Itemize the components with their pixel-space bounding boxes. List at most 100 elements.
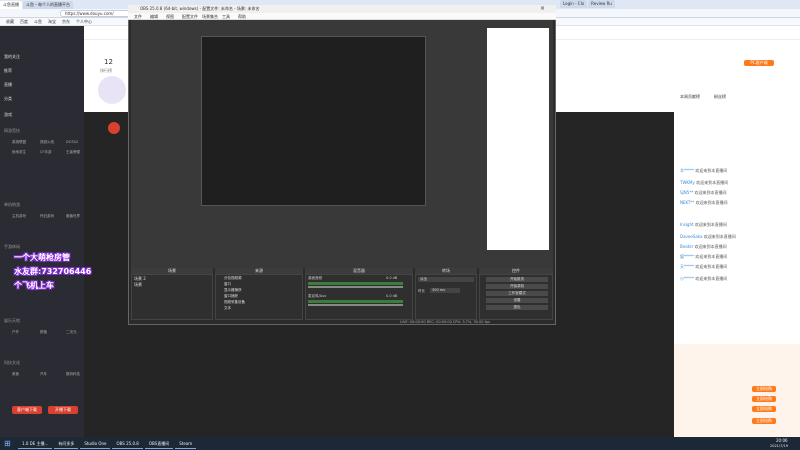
bookmark-item[interactable]: 斗鱼 [34,19,42,25]
chat-user[interactable]: 天***** [680,264,694,269]
chat-line: Beater 欢迎来到本直播间 [680,244,727,250]
fans-tab[interactable]: 本周贡献榜 [680,94,700,100]
fans-tab[interactable]: 粉丝榜 [714,94,726,100]
chat-user[interactable]: 狐***** [680,254,694,259]
sidebar-item-category[interactable]: 分类 [4,96,12,102]
taskbar-app[interactable]: OBS直播间 [144,438,174,449]
sidebar-grid-item[interactable]: 怀旧游戏 [40,214,54,219]
chat-user[interactable]: TWKMy [680,180,695,185]
sidebar-grid-item[interactable]: 英雄联盟 [12,140,26,145]
source-item[interactable]: 视频采集设备 [224,300,245,305]
bookmark-item[interactable]: 百度 [20,19,28,25]
sidebar-section-title: 娱乐天地 [4,318,20,323]
sidebar-item-recommend[interactable]: 推荐 [4,68,12,74]
mixer-track-value: 0.0 dB [386,276,398,280]
studio-mode-button[interactable]: 工作室模式 [486,291,548,296]
avatar [98,76,126,104]
sidebar-item-game[interactable]: 游戏 [4,112,12,118]
chat-text: 欢迎来到本直播间 [695,276,728,281]
exit-button[interactable]: 退出 [486,305,548,310]
start-recording-button[interactable]: 开始录制 [486,284,548,289]
chat-text: 欢迎来到本直播间 [694,190,727,195]
chat-user[interactable]: 羊***** [680,168,694,173]
chat-user[interactable]: Beater [680,244,693,249]
streamer-avatar-icon [108,122,120,134]
sidebar-grid-item[interactable]: 绝地求生 [12,150,26,155]
duration-input[interactable]: 300 ms [430,288,460,293]
sidebar-grid-item[interactable]: 主机游戏 [12,214,26,219]
chat-line: DaveeSaka 欢迎来到本直播间 [680,234,736,240]
sidebar-grid-item[interactable]: 美食 [12,372,19,377]
source-item[interactable]: 分包视频源 [224,276,242,281]
nested-preview [201,36,426,206]
sidebar-grid-item[interactable]: 魔兽世界 [66,214,80,219]
source-item[interactable]: 显示器捕获 [224,288,242,293]
live-download-button[interactable]: 开播下载 [48,406,78,414]
chat-line: 天***** 欢迎来到本直播间 [680,264,727,270]
taskbar-app[interactable]: 1.0 DE 主播... [18,438,53,449]
buy-button[interactable]: 立即抢购 [752,396,776,402]
audio-mixer: 桌面音频 0.0 dB 麦克风/Aux 0.0 dB [305,274,413,320]
source-item[interactable]: 文本 [224,306,231,311]
chat-text: 欢迎来到本直播间 [695,254,728,259]
sidebar-grid-item[interactable]: 数码科技 [66,372,80,377]
client-download-button[interactable]: 客户端下载 [12,406,42,414]
mixer-track-value: 0.0 dB [386,294,398,298]
taskbar-app[interactable]: 有问多多 [54,438,79,449]
volume-slider[interactable] [308,286,403,288]
scenes-list: 场景 2 场景 [131,274,213,320]
sidebar-grid-item[interactable]: DOTA2 [66,140,78,144]
chat-user[interactable]: Insight [680,222,694,227]
sidebar-grid-item[interactable]: 颜值 [40,330,47,335]
chat-line: 狐***** 欢迎来到本直播间 [680,254,727,260]
source-item[interactable]: 窗口 [224,282,231,287]
chat-user[interactable]: DaveeSaka [680,234,703,239]
sidebar-grid-item[interactable]: 汽车 [40,372,47,377]
rank-label[interactable]: 排行榜 [100,68,112,74]
taskbar-app[interactable]: Steam [175,438,197,449]
close-icon[interactable]: × [540,5,545,12]
sidebar-grid-item[interactable]: 二次元 [66,330,77,335]
sidebar-grid-item[interactable]: CF手游 [40,150,51,155]
browser-tab[interactable]: Login - Clo [560,0,588,8]
bookmark-item[interactable]: 个人中心 [76,19,92,25]
taskbar-app[interactable]: Studio One [80,438,111,449]
taskbar-app[interactable]: OBS 25.0.8 [112,438,143,449]
overlay-line-2: 水友群:732706446 [14,267,92,276]
obs-preview[interactable] [131,20,553,268]
buy-button[interactable]: 立即抢购 [752,386,776,392]
taskbar: ⊞ 1.0 DE 主播... 有问多多 Studio One OBS 25.0.… [0,437,800,450]
mixer-track-label: 桌面音频 [308,276,322,280]
browser-tab[interactable]: 斗鱼 - 每个人的直播平台 [23,0,73,9]
browser-tab[interactable]: Review Ru [588,0,615,8]
start-icon[interactable]: ⊞ [4,438,16,449]
sidebar-grid-item[interactable]: 穿越火线 [40,140,54,145]
volume-slider[interactable] [308,304,403,306]
bookmark-item[interactable]: 京东 [62,19,70,25]
sidebar-item-live[interactable]: 直播 [4,82,12,88]
chat-user[interactable]: 小***** [680,276,694,281]
transition-select[interactable]: 淡出 [418,277,474,282]
volume-meter [308,300,403,303]
chat-line: Insight 欢迎来到本直播间 [680,222,727,228]
chat-user[interactable]: NEKT** [680,200,694,205]
chat-text: 欢迎来到本直播间 [703,234,736,239]
sidebar-item-follow[interactable]: 我的关注 [4,54,20,60]
sidebar-grid-item[interactable]: 王者荣耀 [66,150,80,155]
chat-text: 欢迎来到本直播间 [695,168,728,173]
browser-tab[interactable]: 斗鱼直播 [0,0,22,9]
scene-item[interactable]: 场景 [134,282,142,288]
buy-button[interactable]: 立即抢购 [752,406,776,412]
source-item[interactable]: 窗口捕获 [224,294,238,299]
buy-button[interactable]: 立即抢购 [752,418,776,424]
volume-meter [308,282,403,285]
chat-user[interactable]: SJN5** [680,190,693,195]
bookmark-item[interactable]: 收藏 [6,19,14,25]
start-streaming-button[interactable]: 开始推流 [486,277,548,282]
settings-button[interactable]: 设置 [486,298,548,303]
sidebar-grid-item[interactable]: 户外 [12,330,19,335]
pc-client-button[interactable]: PC客户端 [744,60,774,66]
sidebar-section-title: 网游竞技 [4,128,20,133]
chat-text: 欢迎来到本直播间 [694,222,727,227]
bookmark-item[interactable]: 淘宝 [48,19,56,25]
